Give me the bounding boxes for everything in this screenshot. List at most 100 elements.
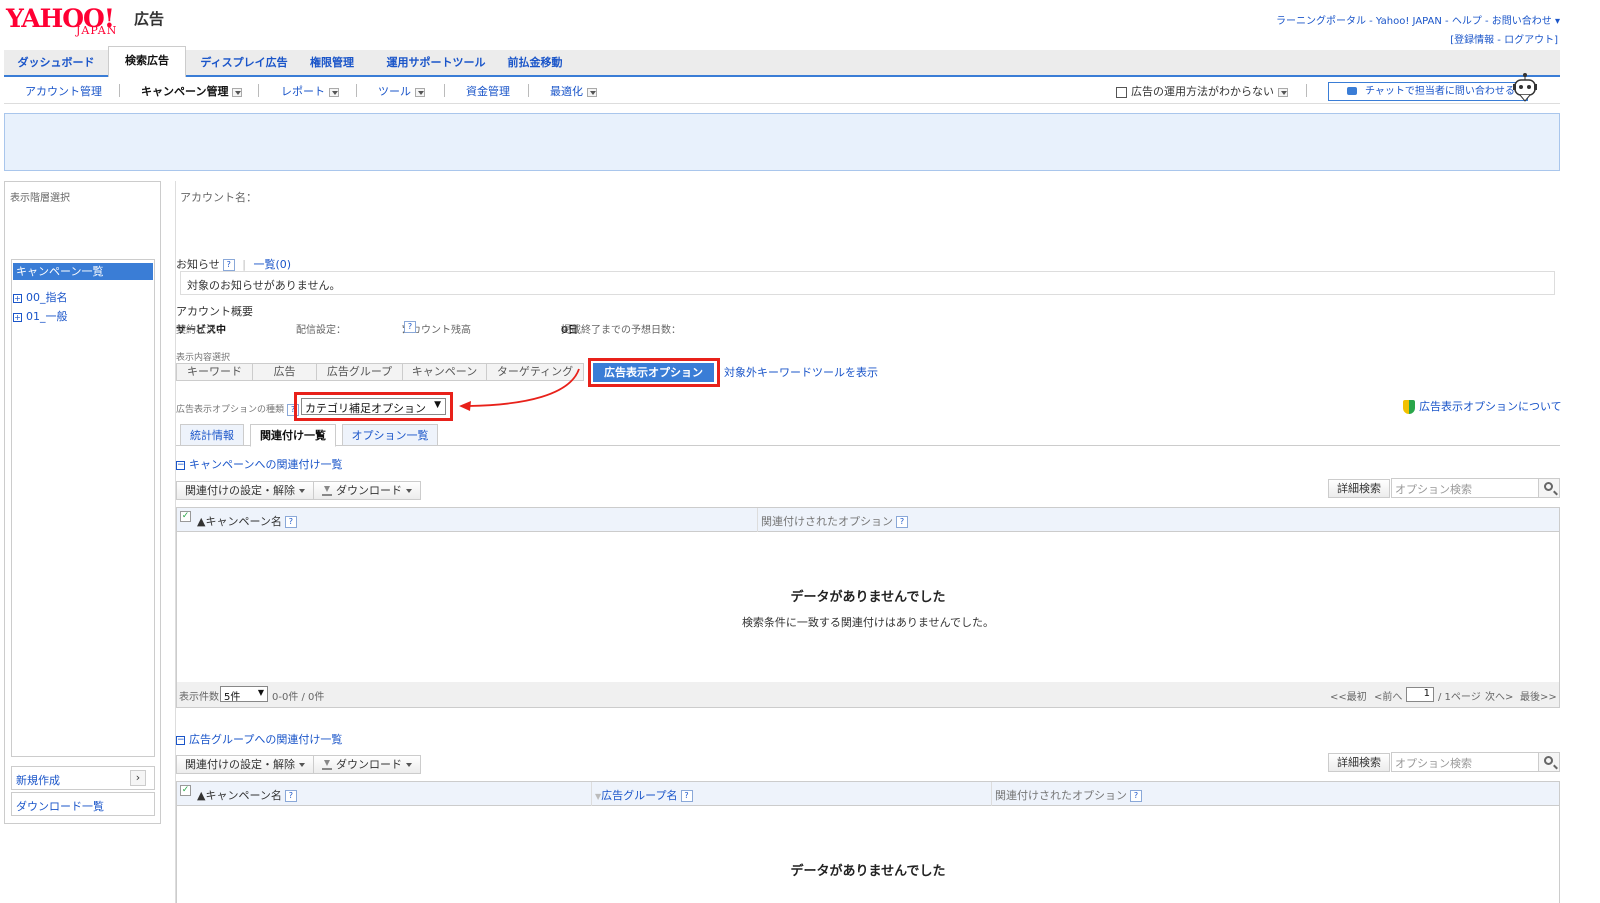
- help-icon[interactable]: ?: [222, 259, 235, 271]
- header-links[interactable]: ラーニングポータル - Yahoo! JAPAN - ヘルプ - お問い合わせ …: [1276, 12, 1560, 27]
- segment-ad-group[interactable]: 広告グループ: [317, 364, 403, 380]
- info-banner: [4, 113, 1560, 171]
- nav-funds[interactable]: 資金管理: [466, 83, 510, 99]
- sidebar-item-label: 00_指名: [26, 291, 68, 304]
- association-settings-label: 関連付けの設定・解除: [185, 758, 295, 771]
- sidebar-item-label: 01_一般: [26, 310, 68, 323]
- negative-keyword-tool-link[interactable]: 対象外キーワードツールを表示: [724, 364, 878, 380]
- association-settings-button[interactable]: 関連付けの設定・解除: [176, 755, 314, 774]
- about-options-link[interactable]: 広告表示オプションについて: [1403, 398, 1562, 414]
- download-icon: [322, 486, 332, 496]
- nav-campaign-management[interactable]: キャンペーン管理: [141, 83, 243, 99]
- search-button[interactable]: [1538, 478, 1560, 498]
- new-create-link[interactable]: 新規作成 ›: [11, 766, 155, 790]
- tab-statistics[interactable]: 統計情報: [180, 424, 244, 446]
- select-all-checkbox[interactable]: ✓: [180, 785, 191, 796]
- help-icon[interactable]: ?: [896, 516, 908, 528]
- association-settings-button[interactable]: 関連付けの設定・解除: [176, 481, 314, 500]
- notice-list-link[interactable]: 一覧(0): [254, 258, 292, 271]
- first-page-link[interactable]: <<最初: [1330, 688, 1367, 703]
- option-search-input[interactable]: オプション検索: [1391, 478, 1539, 498]
- section-title: 広告グループへの関連付け一覧: [189, 733, 343, 746]
- adgroup-association-table: ✓ ▲キャンペーン名? ▼広告グループ名? 関連付けされたオプション? データが…: [176, 781, 1560, 903]
- chat-button[interactable]: チャットで担当者に問い合わせる: [1328, 82, 1528, 101]
- chat-icon: [1347, 87, 1357, 95]
- tab-permissions[interactable]: 権限管理: [300, 50, 364, 76]
- last-page-link[interactable]: 最後>>: [1520, 688, 1557, 703]
- search-button[interactable]: [1538, 752, 1560, 772]
- tab-dashboard[interactable]: ダッシュボード: [4, 50, 108, 76]
- next-page-link[interactable]: 次へ>: [1485, 688, 1513, 703]
- help-icon[interactable]: ?: [680, 790, 693, 802]
- download-button[interactable]: ダウンロード: [313, 481, 421, 500]
- chevron-down-icon: [415, 87, 425, 97]
- chevron-down-icon: ▼: [257, 688, 264, 697]
- account-overview: 契約状況： サービス中 配信設定： アカウント残高?： 掲載終了までの予想日数：…: [176, 321, 876, 336]
- help-icon[interactable]: ?: [284, 516, 297, 528]
- tab-display-ads[interactable]: ディスプレイ広告: [188, 50, 300, 76]
- nav-account-management[interactable]: アカウント管理: [25, 83, 102, 99]
- adgroup-association-section[interactable]: − 広告グループへの関連付け一覧: [176, 731, 342, 747]
- nav-tool-label: ツール: [378, 85, 411, 98]
- nav-optimize[interactable]: 最適化: [550, 83, 597, 99]
- tab-option-list[interactable]: オプション一覧: [342, 424, 438, 446]
- new-create-label: 新規作成: [16, 774, 60, 787]
- option-type-label: 広告表示オプションの種類?: [176, 402, 300, 416]
- sidebar-tree: [11, 259, 155, 757]
- sidebar-item-campaign[interactable]: +00_指名: [13, 289, 68, 305]
- logo-ad: 広告: [134, 10, 165, 28]
- page-size-value: 5件: [224, 692, 241, 703]
- yahoo-ads-logo[interactable]: YAHOO! JAPAN 広告: [6, 4, 166, 37]
- campaign-association-section[interactable]: − キャンペーンへの関連付け一覧: [176, 456, 342, 472]
- expand-icon[interactable]: +: [13, 312, 22, 322]
- table-header: ✓ ▲キャンペーン名? ▼広告グループ名? 関連付けされたオプション?: [177, 782, 1559, 806]
- sidebar-item-campaign-list[interactable]: キャンペーン一覧: [13, 263, 153, 280]
- advanced-search-button[interactable]: 詳細検索: [1328, 479, 1390, 498]
- option-search-input[interactable]: オプション検索: [1391, 752, 1539, 772]
- section-title: キャンペーンへの関連付け一覧: [189, 458, 343, 471]
- tab-prepayment[interactable]: 前払金移動: [500, 50, 570, 76]
- total-pages: / 1ページ: [1438, 692, 1481, 703]
- chevron-down-icon: [232, 87, 243, 97]
- col-adgroup-name[interactable]: ▼広告グループ名?: [595, 787, 693, 803]
- result-range: 0-0件 / 0件: [272, 692, 325, 703]
- collapse-icon[interactable]: −: [176, 735, 185, 745]
- collapse-icon[interactable]: −: [176, 460, 185, 470]
- help-icon[interactable]: ?: [284, 790, 297, 802]
- help-dropdown[interactable]: 広告の運用方法がわからない: [1116, 83, 1288, 99]
- tab-association-list[interactable]: 関連付け一覧: [250, 424, 336, 447]
- tab-search-ads[interactable]: 検索広告: [108, 46, 186, 77]
- col-associated-options: 関連付けされたオプション?: [995, 787, 1142, 803]
- select-all-checkbox[interactable]: ✓: [180, 511, 191, 522]
- segment-ad[interactable]: 広告: [253, 364, 317, 380]
- main-tab-bar: ダッシュボード 検索広告 ディスプレイ広告 権限管理 運用サポートツール 前払金…: [4, 46, 1560, 77]
- nav-report-label: レポート: [281, 85, 325, 98]
- operator-mascot-icon: [1513, 73, 1537, 102]
- help-icon[interactable]: ?: [1130, 790, 1142, 802]
- download-button[interactable]: ダウンロード: [313, 755, 421, 774]
- sub-nav: アカウント管理 キャンペーン管理 レポート ツール 資金管理 最適化: [4, 79, 1560, 104]
- notice-header: お知らせ? | 一覧(0): [176, 258, 292, 271]
- chevron-right-icon[interactable]: ›: [130, 770, 146, 786]
- chevron-down-icon: [406, 489, 412, 493]
- segment-ad-display-options[interactable]: 広告表示オプション: [593, 363, 714, 382]
- table-header: ✓ ▲キャンペーン名? 関連付けされたオプション?: [177, 508, 1559, 532]
- logo-japan: JAPAN: [76, 24, 118, 37]
- download-icon: [322, 760, 332, 770]
- option-type-select[interactable]: カテゴリ補足オプション ▼: [301, 398, 446, 415]
- contract-status: 契約状況： サービス中: [176, 321, 226, 336]
- nav-report[interactable]: レポート: [281, 83, 339, 99]
- page-number-input[interactable]: 1: [1406, 687, 1434, 702]
- nav-tool[interactable]: ツール: [378, 83, 425, 99]
- col-campaign-name[interactable]: ▲キャンペーン名?: [197, 787, 297, 803]
- col-campaign-name[interactable]: ▲キャンペーン名?: [197, 513, 297, 529]
- expand-icon[interactable]: +: [13, 293, 22, 303]
- page-size-select[interactable]: 5件 ▼: [220, 686, 268, 703]
- account-links[interactable]: [登録情報 - ログアウト]: [1450, 31, 1558, 46]
- advanced-search-button[interactable]: 詳細検索: [1328, 753, 1390, 772]
- sidebar-item-campaign[interactable]: +01_一般: [13, 308, 68, 324]
- segment-keyword[interactable]: キーワード: [177, 364, 253, 380]
- download-list-link[interactable]: ダウンロード一覧: [11, 792, 155, 816]
- prev-page-link[interactable]: <前へ: [1374, 688, 1402, 703]
- tab-support-tools[interactable]: 運用サポートツール: [372, 50, 500, 76]
